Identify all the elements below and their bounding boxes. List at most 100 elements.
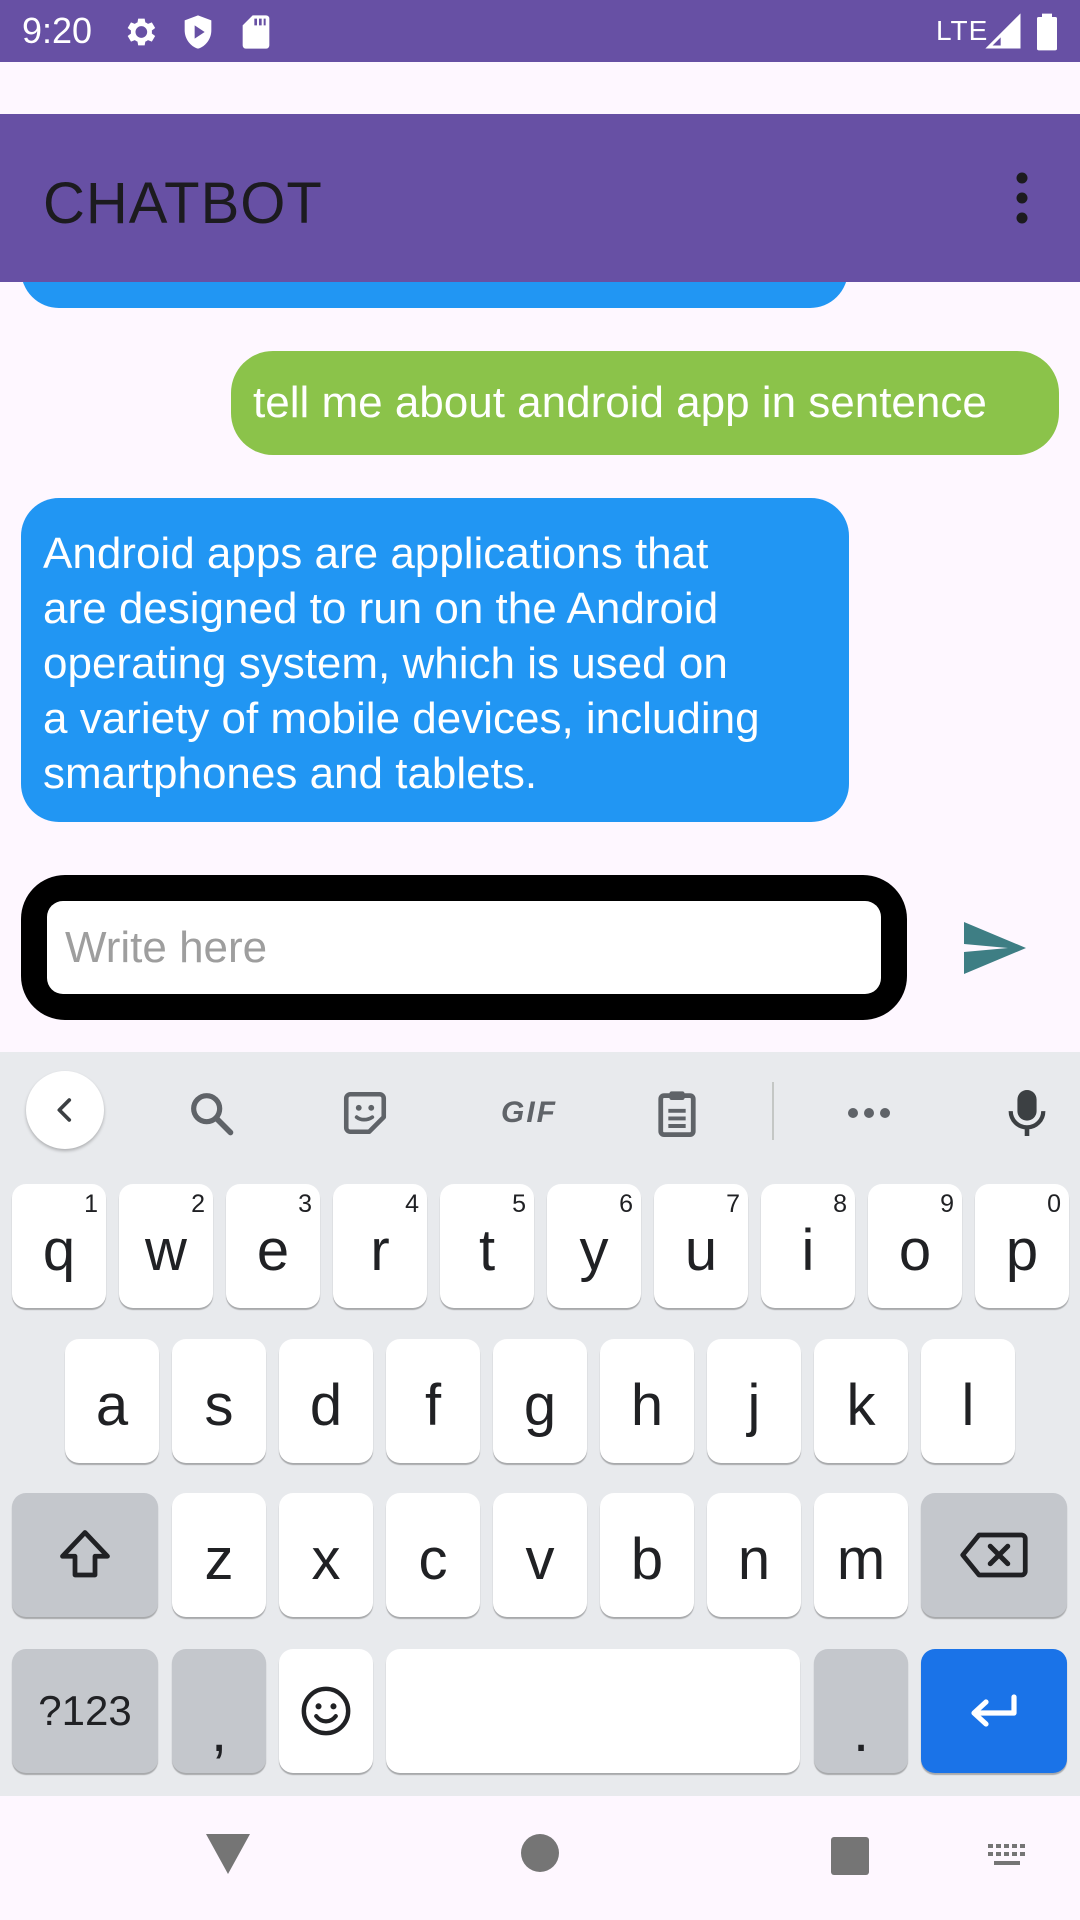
more-horiz-icon[interactable] [830,1074,908,1152]
bot-message-bubble: Android apps are applications that are d… [21,498,849,822]
user-message-bubble: tell me about android app in sentence [231,351,1059,455]
key-hint: 6 [619,1190,633,1218]
network-type: LTE [936,15,989,46]
key-i[interactable]: i8 [761,1184,855,1308]
gif-label: GIF [501,1096,557,1129]
navigation-bar [0,1796,1080,1920]
comma-key-label: , [210,1698,228,1764]
key-e[interactable]: e3 [226,1184,320,1308]
key-g[interactable]: g [493,1339,587,1463]
clipboard-icon[interactable] [638,1074,716,1152]
key-label: b [630,1526,664,1592]
key-label: g [523,1372,557,1438]
bot-message-bubble-partial [21,282,848,308]
key-c[interactable]: c [386,1493,480,1617]
key-l[interactable]: l [921,1339,1015,1463]
key-x[interactable]: x [279,1493,373,1617]
key-w[interactable]: w2 [119,1184,213,1308]
signal-icon [985,13,1021,49]
key-f[interactable]: f [386,1339,480,1463]
key-label: t [478,1217,496,1283]
key-s[interactable]: s [172,1339,266,1463]
key-label: q [42,1217,76,1283]
space-key[interactable] [386,1649,800,1773]
key-label: e [256,1217,290,1283]
key-label: a [95,1372,129,1438]
key-hint: 7 [726,1190,740,1218]
key-label: z [204,1526,234,1592]
key-r[interactable]: r4 [333,1184,427,1308]
bot-message-line: smartphones and tablets. [43,749,538,798]
key-b[interactable]: b [600,1493,694,1617]
comma-key[interactable]: , [172,1649,266,1773]
shield-icon [184,15,212,49]
bot-message-line: a variety of mobile devices, including [43,694,760,743]
key-a[interactable]: a [65,1339,159,1463]
key-n[interactable]: n [707,1493,801,1617]
settings-icon [127,18,156,46]
key-label: m [836,1526,886,1592]
key-label: f [424,1372,442,1438]
key-label: r [370,1217,390,1283]
key-label: o [898,1217,932,1283]
enter-key[interactable] [921,1649,1067,1773]
send-icon[interactable] [962,920,1028,976]
key-hint: 2 [191,1190,205,1218]
home-circle-icon[interactable] [520,1833,560,1873]
gif-button[interactable]: GIF [482,1074,576,1152]
user-message-text: tell me about android app in sentence [253,378,987,427]
key-q[interactable]: q1 [12,1184,106,1308]
key-label: x [311,1526,341,1592]
battery-icon [1037,13,1057,51]
app-title: CHATBOT [43,171,323,236]
status-time: 9:20 [22,10,93,51]
key-hint: 5 [512,1190,526,1218]
key-label: w [145,1217,187,1283]
mic-icon[interactable] [988,1074,1066,1152]
keyboard-switch-icon[interactable] [986,1842,1030,1872]
key-o[interactable]: o9 [868,1184,962,1308]
app-bar: CHATBOT [0,114,1080,282]
key-hint: 3 [298,1190,312,1218]
bot-message-line: are designed to run on the Android [43,584,719,633]
key-j[interactable]: j [707,1339,801,1463]
key-label: p [1005,1217,1039,1283]
back-triangle-icon[interactable] [204,1832,252,1876]
emoji-key[interactable] [279,1649,373,1773]
symbols-key-label: ?123 [38,1687,132,1734]
bot-message-line: operating system, which is used on [43,639,728,688]
sticker-icon[interactable] [326,1074,404,1152]
key-p[interactable]: p0 [975,1184,1069,1308]
backspace-key[interactable] [921,1493,1067,1617]
key-u[interactable]: u7 [654,1184,748,1308]
key-label: i [801,1217,815,1283]
key-v[interactable]: v [493,1493,587,1617]
status-bar: 9:20 LTE [0,0,1080,62]
shift-key[interactable] [12,1493,158,1617]
recents-square-icon[interactable] [830,1836,870,1876]
key-hint: 4 [405,1190,419,1218]
message-input[interactable] [47,901,881,994]
key-label: u [684,1217,718,1283]
key-label: n [737,1526,771,1592]
period-key-label: . [852,1698,870,1764]
key-t[interactable]: t5 [440,1184,534,1308]
symbols-key[interactable]: ?123 [12,1649,158,1773]
key-label: c [418,1526,448,1592]
more-vert-icon[interactable] [1000,168,1044,228]
key-k[interactable]: k [814,1339,908,1463]
key-d[interactable]: d [279,1339,373,1463]
key-h[interactable]: h [600,1339,694,1463]
key-m[interactable]: m [814,1493,908,1617]
key-z[interactable]: z [172,1493,266,1617]
key-y[interactable]: y6 [547,1184,641,1308]
bot-message-line: Android apps are applications that [43,529,709,578]
keyboard-toolbar: GIF [0,1052,1080,1166]
key-label: s [204,1372,234,1438]
key-hint: 9 [940,1190,954,1218]
period-key[interactable]: . [814,1649,908,1773]
key-label: h [630,1372,664,1438]
search-icon[interactable] [172,1074,250,1152]
key-label: k [846,1372,876,1438]
back-icon[interactable] [26,1071,104,1149]
